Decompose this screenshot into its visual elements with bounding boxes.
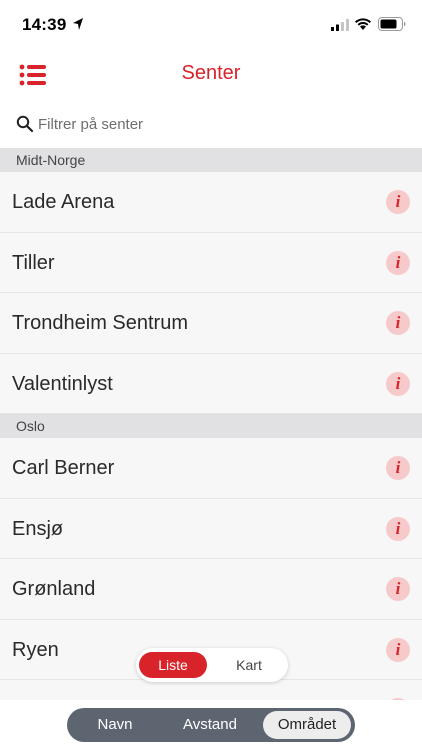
center-list[interactable]: Midt-Norge Lade Arena i Tiller i Trondhe…: [0, 148, 422, 700]
list-item-tiller[interactable]: Tiller i: [0, 232, 422, 293]
wifi-icon: [355, 18, 371, 30]
sort-by-distance-button[interactable]: Avstand: [166, 711, 254, 739]
list-item-ensjo[interactable]: Ensjø i: [0, 498, 422, 559]
sort-by-area-button[interactable]: Området: [263, 711, 351, 739]
status-time: 14:39: [22, 15, 67, 34]
list-item-label: Trondheim Sentrum: [12, 312, 188, 334]
info-icon[interactable]: i: [386, 250, 410, 275]
info-icon[interactable]: i: [386, 190, 410, 214]
battery-icon: [378, 17, 406, 31]
bottom-bar: Navn Avstand Området: [0, 700, 422, 750]
cellular-signal-icon: [331, 19, 349, 31]
info-icon[interactable]: i: [386, 311, 410, 335]
info-icon[interactable]: i: [386, 637, 410, 662]
list-item-label: Lade Arena: [12, 191, 115, 213]
section-header-midt-norge: Midt-Norge: [0, 148, 422, 172]
map-view-button[interactable]: Kart: [215, 652, 283, 678]
page-title: Senter: [181, 62, 241, 84]
list-item-label: Carl Berner: [12, 457, 115, 479]
sort-by-name-button[interactable]: Navn: [73, 711, 157, 739]
location-arrow-icon: [73, 18, 83, 30]
list-item-carl-berner[interactable]: Carl Berner i: [0, 438, 422, 499]
sort-segmented-control: Navn Avstand Området: [67, 708, 355, 742]
info-icon[interactable]: i: [386, 577, 410, 601]
status-bar: 14:39: [0, 0, 422, 50]
list-item-label: Tiller: [12, 251, 55, 274]
list-item-label: Ensjø: [12, 517, 64, 540]
search-input[interactable]: [38, 111, 398, 137]
info-icon[interactable]: i: [386, 516, 410, 541]
list-map-toggle: Liste Kart: [136, 648, 288, 682]
list-item-partial[interactable]: [0, 680, 422, 700]
list-item-valentinlyst[interactable]: Valentinlyst i: [0, 353, 422, 414]
list-item-label: Valentinlyst: [12, 372, 113, 395]
section-header-oslo: Oslo: [0, 414, 422, 438]
list-item-lade-arena[interactable]: Lade Arena i: [0, 172, 422, 233]
info-icon[interactable]: i: [386, 371, 410, 396]
list-item-gronland[interactable]: Grønland i: [0, 559, 422, 620]
list-item-trondheim-sentrum[interactable]: Trondheim Sentrum i: [0, 293, 422, 354]
navigation-bar: Senter: [0, 50, 422, 100]
list-item-label: Ryen: [12, 638, 59, 661]
info-icon[interactable]: i: [386, 456, 410, 480]
search-icon: [16, 115, 34, 133]
list-item-label: Grønland: [12, 578, 96, 600]
search-bar: [0, 100, 422, 148]
list-view-button[interactable]: Liste: [139, 652, 207, 678]
